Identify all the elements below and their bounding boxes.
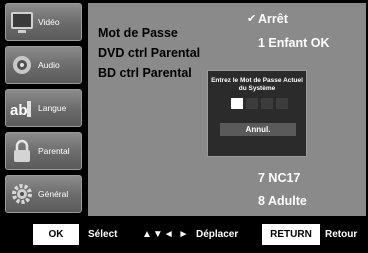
select-hint: Sélect (88, 229, 118, 240)
tv-icon (11, 12, 33, 33)
sidebar-item-label: Langue (38, 103, 67, 113)
osd-screen: Vidéo Audio ab Langue Parental Général M… (0, 0, 368, 253)
sidebar-item-audio[interactable]: Audio (5, 46, 82, 84)
dialog-prompt-line2: du Système (238, 85, 276, 92)
move-hint: Déplacer (196, 229, 239, 240)
speaker-icon (13, 56, 31, 74)
abc-icon: ab (10, 101, 31, 119)
control-hint-bar: OK Sélect ▲▼◄ ► Déplacer RETURN Retour (0, 220, 368, 253)
pin-digit-2[interactable] (246, 98, 258, 109)
ok-key: OK (33, 224, 79, 245)
sidebar-item-general[interactable]: Général (5, 175, 82, 213)
sidebar: Vidéo Audio ab Langue Parental Général (5, 3, 82, 213)
option-1-enfant-ok[interactable]: 1 Enfant OK (258, 36, 330, 50)
gear-icon (12, 184, 32, 204)
option-8-adulte[interactable]: 8 Adulte (258, 194, 307, 208)
pin-digit-3[interactable] (261, 98, 273, 109)
menu-item-mot-de-passe[interactable]: Mot de Passe (98, 26, 178, 40)
option-arret[interactable]: Arrêt (258, 12, 288, 26)
sidebar-item-label: Général (38, 189, 69, 199)
sidebar-item-langue[interactable]: ab Langue (5, 89, 82, 127)
menu-item-bd-ctrl-parental[interactable]: BD ctrl Parental (98, 66, 192, 80)
sidebar-item-label: Parental (38, 146, 70, 156)
sidebar-item-parental[interactable]: Parental (5, 132, 82, 170)
menu-item-dvd-ctrl-parental[interactable]: DVD ctrl Parental (98, 46, 200, 60)
password-dialog: Entrez le Mot de Passe Actuel du Système… (207, 70, 307, 157)
cancel-button[interactable]: Annul. (220, 123, 296, 136)
sidebar-item-video[interactable]: Vidéo (5, 3, 82, 41)
pin-digit-4[interactable] (276, 98, 288, 109)
dialog-prompt-line1: Entrez le Mot de Passe Actuel (211, 77, 303, 84)
return-key: RETURN (262, 224, 320, 245)
return-hint: Retour (325, 229, 358, 240)
arrow-keys-icon: ▲▼◄ ► (142, 229, 190, 240)
sidebar-item-label: Audio (38, 60, 60, 70)
lock-icon (14, 139, 30, 162)
check-icon: ✔ (247, 13, 257, 25)
svg-text:ab: ab (10, 102, 28, 119)
sidebar-item-label: Vidéo (38, 17, 60, 27)
pin-digit-1[interactable] (231, 98, 243, 109)
option-7-nc17[interactable]: 7 NC17 (258, 171, 300, 185)
